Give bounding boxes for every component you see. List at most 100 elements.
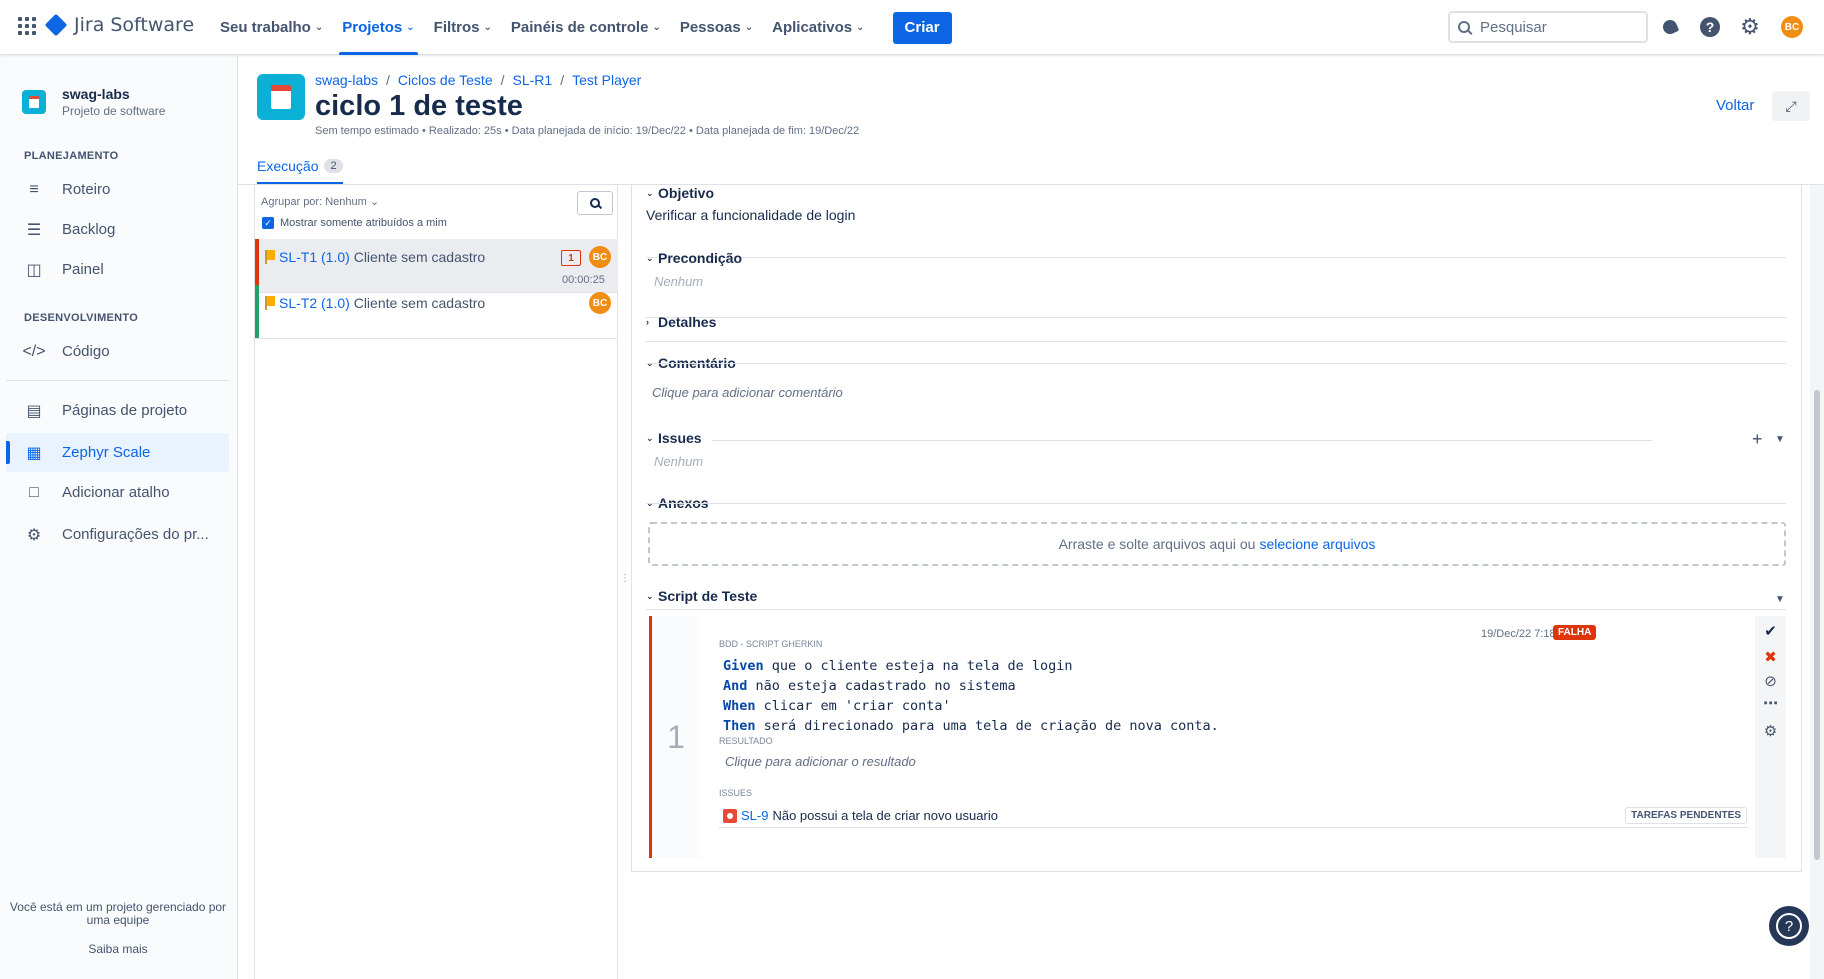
scrollbar-thumb[interactable] — [1814, 390, 1820, 860]
issues-toggle[interactable]: ⌄ Issues — [646, 430, 703, 446]
board-icon: ◫ — [26, 261, 42, 279]
issues-section: ⌄ Issues Nenhum — [646, 430, 703, 469]
caret-down-icon[interactable]: ▼ — [1775, 434, 1785, 445]
comment-section: ⌄Comentário Clique para adicionar coment… — [646, 355, 843, 400]
nav-projetos[interactable]: Projetos ⌄ — [335, 0, 421, 55]
nav-filtros[interactable]: Filtros ⌄ — [427, 0, 499, 55]
precondition-toggle[interactable]: ⌄ Precondição — [646, 250, 742, 266]
gherkin-text: clicar em 'criar conta' — [755, 698, 951, 714]
cycle-meta: Sem tempo estimado • Realizado: 25s • Da… — [315, 125, 860, 137]
page-title: ciclo 1 de teste — [315, 90, 523, 122]
group-by-select[interactable]: Agrupar por: Nenhum ⌄ — [261, 195, 379, 208]
breadcrumb-item[interactable]: swag-labs — [315, 72, 378, 88]
breadcrumb-item[interactable]: SL-R1 — [513, 72, 553, 88]
chevron-down-icon: ⌄ — [369, 196, 380, 208]
create-button[interactable]: Criar — [892, 11, 952, 44]
primary-nav: Seu trabalho ⌄ Projetos ⌄ Filtros ⌄ Painéis… — [213, 0, 952, 55]
sidebar-item-painel[interactable]: ◫ Painel — [6, 250, 229, 289]
sidebar-item-roteiro[interactable]: ≡ Roteiro — [6, 170, 229, 209]
objective-toggle[interactable]: ⌄ Objetivo — [646, 185, 855, 201]
precondition-text[interactable]: Nenhum — [654, 274, 742, 289]
issue-key[interactable]: SL-9 — [741, 808, 768, 823]
gherkin-keyword: And — [723, 678, 748, 694]
bug-icon — [723, 808, 737, 823]
sidebar-item-backlog[interactable]: ☰ Backlog — [6, 210, 229, 249]
breadcrumb-item[interactable]: Ciclos de Teste — [398, 72, 493, 88]
test-row[interactable]: SL-T2 (1.0) Cliente sem cadastro tenta f… — [255, 285, 618, 339]
status-badge[interactable]: FALHA — [1553, 625, 1597, 640]
project-avatar-icon — [257, 74, 305, 120]
chevron-down-icon: ⌄ — [744, 22, 754, 33]
caret-down-icon[interactable]: ▼ — [1775, 594, 1785, 605]
nav-aplicativos[interactable]: Aplicativos ⌄ — [765, 0, 871, 55]
breadcrumb-item[interactable]: Test Player — [572, 72, 641, 88]
script-section: ⌄ Script de Teste — [646, 588, 757, 604]
breadcrumb: swag-labs / Ciclos de Teste / SL-R1/ Test … — [315, 72, 642, 88]
blocked-icon[interactable]: ⊘ — [1755, 672, 1786, 690]
notifications-icon[interactable] — [1658, 15, 1682, 39]
objective-section: ⌄ Objetivo Verificar a funcionalidade de … — [646, 185, 855, 223]
apps-grid-icon[interactable] — [18, 17, 36, 35]
nav-paineis[interactable]: Painéis de controle ⌄ — [504, 0, 668, 55]
sidebar-item-configuracoes[interactable]: ⚙ Configurações do pr... — [6, 515, 229, 554]
attachment-dropzone[interactable]: Arraste e solte arquivos aqui ou selecio… — [648, 522, 1786, 566]
sidebar-item-codigo[interactable]: </> Código — [6, 332, 229, 371]
project-header[interactable]: swag-labs Projeto de software — [22, 86, 165, 118]
linked-issue-row[interactable]: SL-9 Não possui a tela de criar novo usu… — [719, 804, 1749, 828]
result-label: RESULTADO — [719, 736, 773, 746]
test-key: SL-T1 (1.0) — [279, 249, 350, 265]
chevron-down-icon: ⌄ — [646, 590, 654, 601]
add-issue-icon[interactable]: + — [1752, 429, 1763, 450]
test-title: Cliente sem cadastro deseja criar conta — [353, 249, 487, 265]
chevron-down-icon: ⌄ — [856, 22, 865, 33]
gherkin-text: que o cliente esteja na tela de login — [763, 658, 1073, 674]
help-icon[interactable]: ? — [1698, 15, 1722, 39]
help-icon: ? — [1776, 913, 1802, 939]
chevron-down-icon: ⌄ — [646, 187, 654, 198]
panel-resize-handle[interactable]: ⋮ — [620, 573, 630, 584]
jira-logo-icon — [44, 13, 68, 37]
floating-help-button[interactable]: ? — [1769, 906, 1809, 946]
details-toggle[interactable]: › Detalhes — [646, 314, 716, 330]
search-input[interactable]: Pesquisar — [1448, 11, 1648, 43]
assignee-avatar: BC — [589, 292, 611, 314]
learn-more-link[interactable]: Saiba mais — [0, 943, 236, 956]
roadmap-icon: ≡ — [29, 180, 39, 198]
sidebar-divider — [6, 380, 229, 381]
jira-logo[interactable]: Jira Software — [44, 13, 194, 37]
sidebar-item-adicionar-atalho[interactable]: □ Adicionar atalho — [6, 473, 229, 512]
gherkin-keyword: When — [723, 698, 756, 714]
back-button[interactable]: Voltar — [1716, 97, 1754, 114]
dev-section-title: DESENVOLVIMENTO — [24, 312, 139, 324]
team-managed-text: Você está em um projeto gerenciado por u… — [9, 900, 227, 927]
status-bar — [255, 285, 259, 338]
scrollbar[interactable] — [1810, 185, 1824, 979]
sidebar-item-paginas[interactable]: ▤ Páginas de projeto — [6, 391, 229, 430]
top-navigation: Jira Software Seu trabalho ⌄ Projetos ⌄ Fi… — [0, 0, 1824, 55]
list-search-button[interactable] — [577, 191, 613, 215]
result-input[interactable]: Clique para adicionar o resultado — [725, 754, 916, 769]
nav-pessoas[interactable]: Pessoas ⌄ — [673, 0, 760, 55]
pass-check-icon[interactable]: ✔ — [1755, 622, 1786, 640]
nav-seu-trabalho[interactable]: Seu trabalho ⌄ — [213, 0, 330, 55]
sidebar-item-zephyr-scale[interactable]: ▦ Zephyr Scale — [6, 433, 229, 472]
code-icon: </> — [22, 342, 46, 360]
step-number: 1 — [652, 616, 700, 858]
planning-section-title: PLANEJAMENTO — [24, 150, 119, 162]
more-icon[interactable]: ⋯ — [1755, 694, 1786, 712]
priority-flag-icon — [265, 250, 275, 264]
settings-icon[interactable]: ⚙ — [1755, 722, 1786, 740]
fail-x-icon[interactable]: ✖ — [1755, 648, 1786, 666]
only-mine-checkbox[interactable]: ✓ Mostrar somente atribuídos a mim — [262, 217, 447, 229]
expand-icon[interactable]: ⤢ — [1772, 91, 1810, 121]
tab-execucao[interactable]: Execução 2 — [257, 158, 343, 184]
user-avatar[interactable]: BC — [1780, 15, 1804, 39]
gherkin-text: será direcionado para uma tela de criaçã… — [755, 718, 1219, 734]
comment-input[interactable]: Clique para adicionar comentário — [652, 385, 843, 400]
gherkin-keyword: Then — [723, 718, 756, 734]
script-toggle[interactable]: ⌄ Script de Teste — [646, 588, 757, 604]
settings-icon[interactable]: ⚙ — [1738, 15, 1762, 39]
add-shortcut-icon: □ — [29, 483, 39, 501]
select-files-link[interactable]: selecione arquivos — [1259, 536, 1375, 552]
zephyr-icon: ▦ — [26, 444, 42, 462]
